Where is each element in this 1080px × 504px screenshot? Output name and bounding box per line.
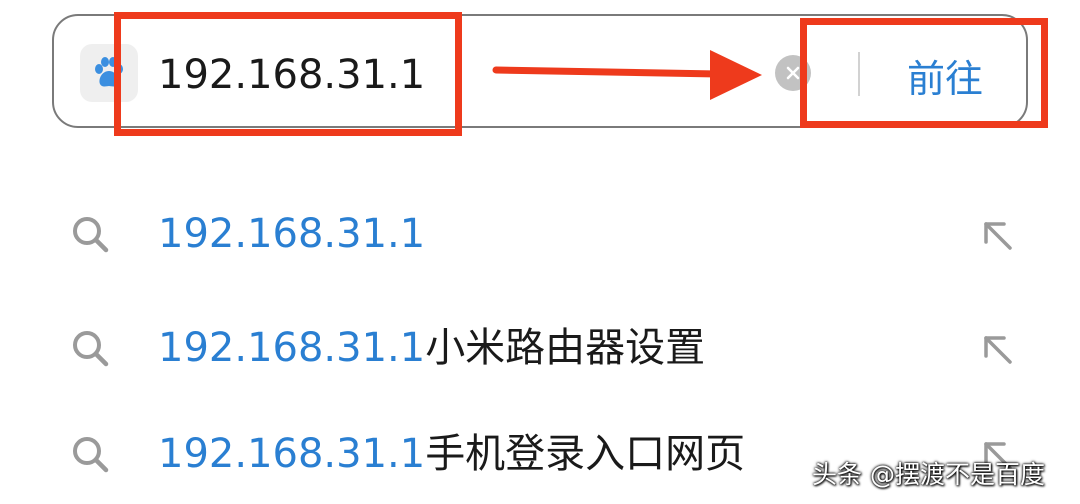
annotation-box-go <box>800 18 1048 128</box>
suggestion-highlight: 192.168.31.1 <box>158 431 426 477</box>
search-icon <box>70 434 110 478</box>
annotation-arrow <box>492 50 762 100</box>
suggestion-highlight: 192.168.31.1 <box>158 211 426 257</box>
annotation-box-input <box>114 12 462 136</box>
search-icon <box>70 214 110 258</box>
suggestion-rest: 手机登录入口网页 <box>425 431 746 477</box>
arrow-up-left-icon[interactable] <box>970 322 1026 378</box>
suggestion-text: 192.168.31.1手机登录入口网页 <box>158 424 745 484</box>
suggestion-text: 192.168.31.1小米路由器设置 <box>158 318 705 378</box>
suggestion-item[interactable]: 192.168.31.1小米路由器设置 <box>0 298 1080 398</box>
watermark: 头条 @摆渡不是百度 <box>812 460 1045 489</box>
search-icon <box>70 328 110 372</box>
suggestion-item[interactable]: 192.168.31.1 <box>0 184 1080 284</box>
suggestion-highlight: 192.168.31.1 <box>158 325 426 371</box>
arrow-up-left-icon[interactable] <box>970 208 1026 264</box>
suggestion-text: 192.168.31.1 <box>158 204 425 264</box>
suggestion-rest: 小米路由器设置 <box>425 325 706 371</box>
